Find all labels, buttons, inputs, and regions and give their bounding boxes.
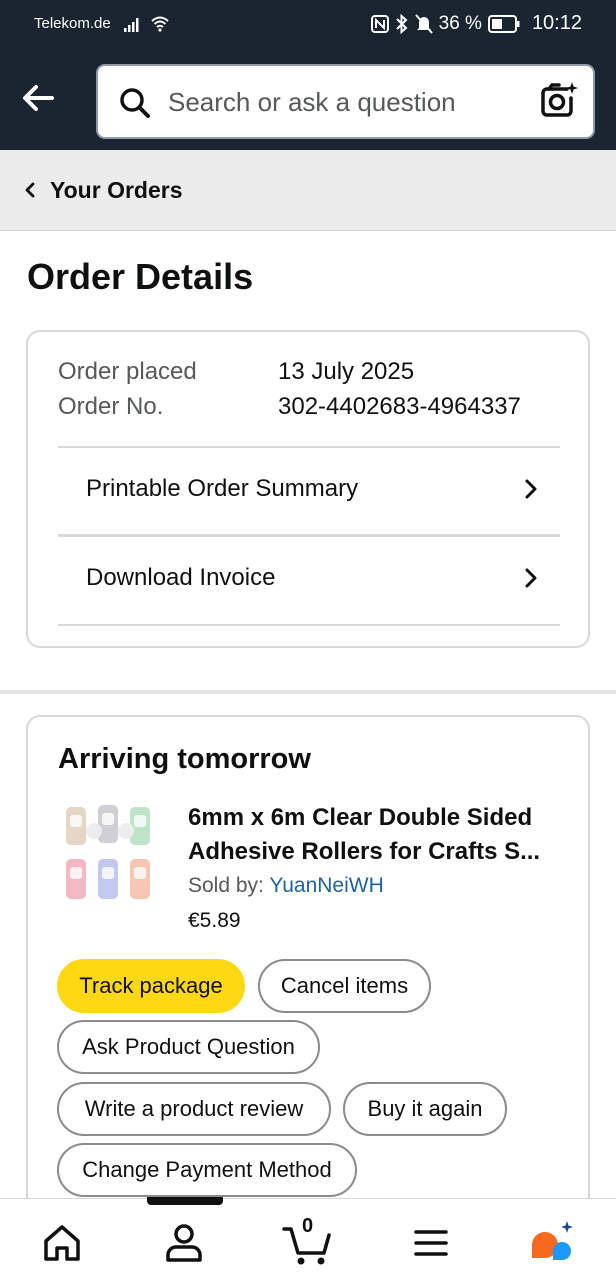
app-header: [0, 48, 616, 150]
battery-icon: [487, 14, 520, 33]
carrier-name: Telekom.de: [34, 15, 111, 32]
bottom-navigation: 0: [0, 1197, 616, 1280]
bluetooth-icon: [395, 13, 408, 34]
cart-button[interactable]: 0: [282, 1215, 334, 1267]
product-title-line-2: Adhesive Rollers for Crafts S...: [188, 838, 541, 865]
section-separator: [0, 690, 616, 694]
breadcrumb[interactable]: Your Orders: [0, 150, 616, 231]
mute-bell-icon: [414, 13, 433, 34]
search-input[interactable]: [168, 84, 528, 120]
active-tab-indicator: [147, 1197, 223, 1205]
back-arrow-icon[interactable]: [18, 78, 58, 118]
cart-count-badge: 0: [302, 1215, 314, 1237]
track-package-button[interactable]: Track package: [57, 959, 245, 1013]
rufus-ai-icon[interactable]: [528, 1219, 576, 1267]
clock: 10:12: [531, 12, 582, 34]
status-bar: Telekom.de 36 % 10:12: [0, 0, 616, 48]
delivery-status: Arriving tomorrow: [58, 743, 311, 775]
product-image[interactable]: [58, 803, 158, 907]
signal-wifi-icon: [124, 16, 169, 32]
battery-percent: 36 %: [438, 12, 482, 34]
home-icon[interactable]: [38, 1219, 86, 1267]
breadcrumb-your-orders: Your Orders: [50, 176, 183, 203]
sold-by: Sold by: YuanNeiWH: [188, 874, 384, 898]
camera-lens-icon[interactable]: [537, 80, 579, 122]
search-bar[interactable]: [96, 64, 595, 139]
sold-by-label: Sold by:: [188, 874, 264, 897]
change-payment-method-button[interactable]: Change Payment Method: [57, 1143, 357, 1197]
menu-icon[interactable]: [407, 1219, 455, 1267]
order-number-value: 302-4402683-4964337: [278, 393, 521, 420]
page-title: Order Details: [27, 256, 254, 297]
write-review-button[interactable]: Write a product review: [57, 1082, 331, 1136]
order-placed-value: 13 July 2025: [278, 358, 415, 385]
product-title[interactable]: 6mm x 6m Clear Double Sided Adhesive Rol…: [188, 801, 568, 869]
shipment-card: Arriving tomorrow 6mm x 6m Clear Double …: [26, 715, 590, 1235]
product-title-line-1: 6mm x 6m Clear Double Sided: [188, 804, 533, 831]
cancel-items-button[interactable]: Cancel items: [258, 959, 431, 1013]
chevron-right-icon: [525, 568, 537, 588]
divider: [58, 624, 560, 626]
download-invoice-link[interactable]: Download Invoice: [58, 535, 560, 621]
ask-product-question-button[interactable]: Ask Product Question: [57, 1020, 320, 1074]
order-number-label: Order No.: [58, 393, 164, 420]
account-icon[interactable]: [160, 1219, 208, 1267]
printable-order-summary-label: Printable Order Summary: [86, 475, 359, 502]
chevron-right-icon: [525, 479, 537, 499]
product-price: €5.89: [188, 909, 241, 932]
printable-order-summary-link[interactable]: Printable Order Summary: [58, 446, 560, 532]
seller-link[interactable]: YuanNeiWH: [269, 874, 383, 897]
download-invoice-label: Download Invoice: [86, 564, 276, 591]
search-icon: [120, 88, 150, 118]
order-info-card: Order placed 13 July 2025 Order No. 302-…: [26, 330, 590, 648]
buy-it-again-button[interactable]: Buy it again: [343, 1082, 507, 1136]
nfc-icon: [370, 14, 389, 33]
chevron-left-icon: [25, 182, 35, 198]
order-placed-label: Order placed: [58, 358, 197, 385]
